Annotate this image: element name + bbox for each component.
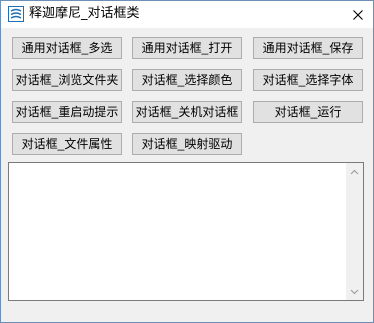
scroll-down-arrow-icon[interactable]	[346, 283, 363, 300]
close-icon	[353, 5, 363, 24]
file-properties-dialog-button[interactable]: 对话框_文件属性	[12, 133, 122, 155]
run-dialog-button[interactable]: 对话框_运行	[253, 101, 363, 123]
vertical-scrollbar[interactable]	[346, 163, 363, 300]
title-bar[interactable]: 释迦摩尼_对话框类	[1, 1, 373, 28]
common-dialog-multiselect-button[interactable]: 通用对话框_多选	[12, 37, 122, 59]
restart-prompt-dialog-button[interactable]: 对话框_重启动提示	[12, 101, 122, 123]
app-logo-icon	[8, 6, 24, 22]
shutdown-dialog-button[interactable]: 对话框_关机对话框	[132, 101, 242, 123]
window-title: 释迦摩尼_对话框类	[29, 6, 140, 21]
scroll-up-arrow-icon[interactable]	[346, 163, 363, 180]
dialog-window: 释迦摩尼_对话框类 通用对话框_多选 通用对话框_打开 通用对话框_保存 对话框…	[0, 0, 374, 323]
map-drive-dialog-button[interactable]: 对话框_映射驱动	[132, 133, 242, 155]
output-textbox[interactable]	[8, 162, 364, 301]
common-dialog-open-button[interactable]: 通用对话框_打开	[132, 37, 242, 59]
common-dialog-save-button[interactable]: 通用对话框_保存	[253, 37, 363, 59]
close-button[interactable]	[343, 1, 373, 28]
choose-font-dialog-button[interactable]: 对话框_选择字体	[253, 69, 363, 91]
browse-folder-dialog-button[interactable]: 对话框_浏览文件夹	[12, 69, 122, 91]
choose-color-dialog-button[interactable]: 对话框_选择颜色	[132, 69, 242, 91]
dialog-client-area: 通用对话框_多选 通用对话框_打开 通用对话框_保存 对话框_浏览文件夹 对话框…	[1, 28, 373, 322]
